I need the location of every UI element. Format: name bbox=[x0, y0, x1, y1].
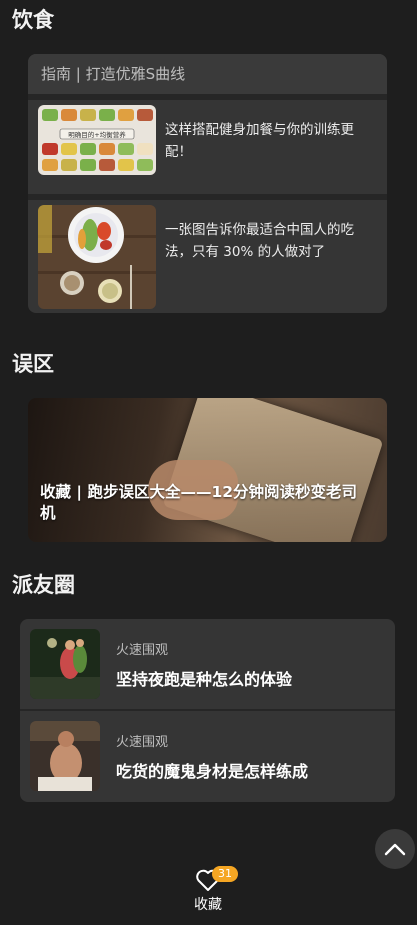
friends-post-item[interactable]: 火速围观 吃货的魔鬼身材是怎样练成 bbox=[20, 709, 395, 801]
diet-guide-header[interactable]: 指南 | 打造优雅S曲线 bbox=[28, 54, 387, 94]
image-caption: 明确目的+均衡营养 bbox=[68, 130, 126, 139]
banner-title: 收藏 | 跑步误区大全——12分钟阅读秒变老司机 bbox=[40, 483, 358, 522]
diet-card: 指南 | 打造优雅S曲线 明确目的+均衡营养 这样搭配健身加餐与你的训练更配！ … bbox=[28, 54, 387, 313]
diet-article-item[interactable]: 一张图告诉你最适合中国人的吃法，只有 30% 的人做对了 bbox=[28, 200, 387, 313]
scroll-to-top-button[interactable] bbox=[375, 829, 415, 869]
post-title: 坚持夜跑是种怎么的体验 bbox=[116, 669, 293, 689]
section-title-diet: 饮食 bbox=[12, 8, 54, 32]
friends-post-item[interactable]: 火速围观 坚持夜跑是种怎么的体验 bbox=[20, 619, 395, 709]
post-source: 火速围观 bbox=[116, 734, 169, 750]
chevron-up-icon bbox=[384, 843, 406, 856]
section-title-friends: 派友圈 bbox=[12, 573, 75, 597]
diet-article-item[interactable]: 明确目的+均衡营养 这样搭配健身加餐与你的训练更配！ bbox=[28, 100, 387, 194]
post-thumbnail bbox=[30, 629, 100, 699]
favorite-label: 收藏 bbox=[194, 897, 222, 913]
favorite-count-badge: 31 bbox=[212, 866, 238, 882]
post-title: 吃货的魔鬼身材是怎样练成 bbox=[116, 761, 309, 781]
mistakes-banner[interactable]: 收藏 | 跑步误区大全——12分钟阅读秒变老司机 bbox=[28, 398, 387, 542]
article-title: 一张图告诉你最适合中国人的吃法，只有 30% 的人做对了 bbox=[165, 222, 354, 260]
post-thumbnail bbox=[30, 721, 100, 791]
article-thumbnail bbox=[38, 205, 156, 309]
article-thumbnail: 明确目的+均衡营养 bbox=[38, 105, 156, 175]
section-title-mistakes: 误区 bbox=[12, 352, 54, 376]
friends-list: 火速围观 坚持夜跑是种怎么的体验 火速围观 吃货的魔鬼身材是怎样练成 bbox=[20, 619, 395, 802]
favorite-button[interactable]: 31 收藏 bbox=[186, 866, 238, 914]
post-source: 火速围观 bbox=[116, 642, 169, 658]
article-title: 这样搭配健身加餐与你的训练更配！ bbox=[165, 122, 354, 160]
